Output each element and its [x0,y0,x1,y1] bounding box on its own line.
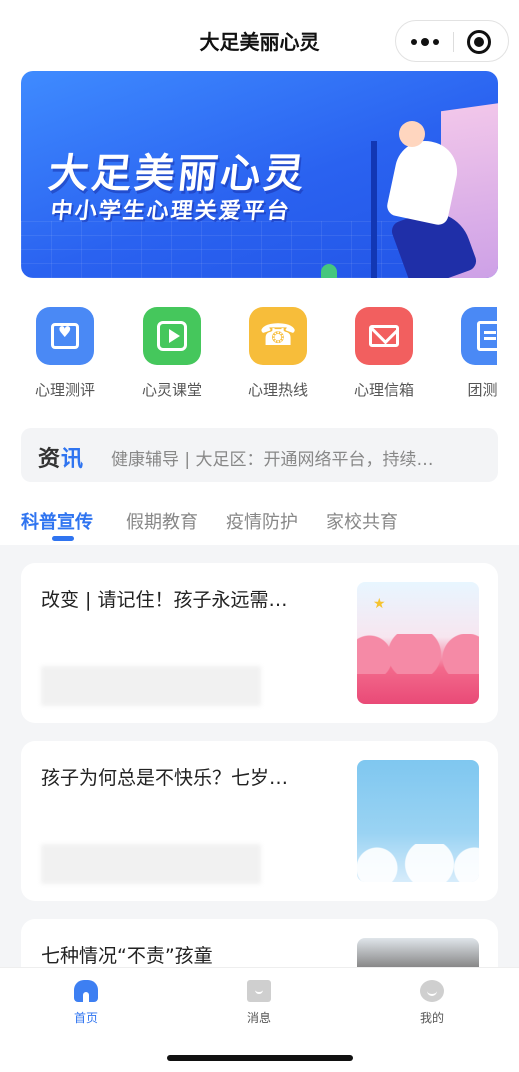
article-card[interactable]: 孩子为何总是不快乐？七岁… [21,741,498,901]
article-meta-blurred [41,844,261,884]
tabbar-label: 我的 [419,1011,444,1025]
news-ticker[interactable]: 资讯 健康辅导 | 大足区：开通网络平台，持续… [21,428,498,482]
article-title: 七种情况“不责”孩童 [41,945,213,967]
heart-board-icon [36,307,94,365]
tabbar-label: 首页 [73,1011,98,1025]
shortcut-label: 心理信箱 [353,381,414,399]
tab-holiday[interactable]: 假期教育 [126,508,198,534]
tab-home-school[interactable]: 家校共育 [326,508,398,534]
shortcut-hotline[interactable]: ☎ 心理热线 [233,307,323,407]
home-indicator [167,1055,353,1061]
navigation-bar: 大足美丽心灵 [0,0,519,70]
article-thumbnail [357,760,479,882]
shortcut-mind-classroom[interactable]: 心灵课堂 [127,307,217,407]
dot-icon [432,39,439,45]
message-icon [247,980,271,1002]
article-thumbnail: ★ [357,582,479,704]
shortcut-label: 心理测评 [34,381,95,399]
tabbar-messages[interactable]: 消息 [229,980,289,1026]
document-icon [461,307,497,365]
shortcut-psych-assessment[interactable]: 心理测评 [20,307,110,407]
profile-icon [420,980,444,1002]
shortcut-label: 心理热线 [247,381,308,399]
shortcut-group-test[interactable]: 团测服 [445,307,497,407]
hero-banner[interactable]: 大足美丽心灵 中小学生心理关爱平台 [21,71,498,278]
close-mini-program-button[interactable] [467,30,491,54]
news-tag: 资讯 [38,441,84,473]
mini-program-capsule [395,20,509,62]
home-icon [74,980,98,1002]
shortcut-label: 团测服 [467,381,497,399]
article-title: 改变 | 请记住！孩子永远需… [41,589,288,611]
shortcut-row: 心理测评 心灵课堂 ☎ 心理热线 心理信箱 团测服 [0,300,497,410]
news-tag-accent: 讯 [61,447,85,472]
tabbar-home[interactable]: 首页 [56,980,116,1026]
cloud-shape [357,844,479,882]
shortcut-mailbox[interactable]: 心理信箱 [339,307,429,407]
tabbar-label: 消息 [246,1011,271,1025]
tab-epidemic[interactable]: 疫情防护 [226,508,298,534]
more-options-button[interactable] [396,21,453,63]
banner-figure-head [399,121,425,147]
star-icon: ★ [373,596,386,612]
banner-subline: 中小学生心理关爱平台 [49,199,293,224]
tab-science[interactable]: 科普宣传 [21,508,93,534]
article-meta-blurred [41,666,261,706]
cloud-shape [357,634,479,674]
dot-icon [420,38,429,46]
active-tab-indicator [52,536,74,541]
article-card[interactable]: 改变 | 请记住！孩子永远需… ★ [21,563,498,723]
play-icon [143,307,201,365]
capsule-divider [453,32,454,52]
shortcut-label: 心灵课堂 [141,381,202,399]
phone-icon: ☎ [249,307,307,365]
news-tag-prefix: 资 [38,447,62,472]
tabbar-profile[interactable]: 我的 [402,980,462,1026]
article-title: 孩子为何总是不快乐？七岁… [41,767,289,789]
banner-headline: 大足美丽心灵 [46,151,309,197]
dot-icon [410,39,417,45]
banner-plant [321,264,337,278]
mail-icon [355,307,413,365]
news-headline: 健康辅导 | 大足区：开通网络平台，持续… [111,450,434,470]
